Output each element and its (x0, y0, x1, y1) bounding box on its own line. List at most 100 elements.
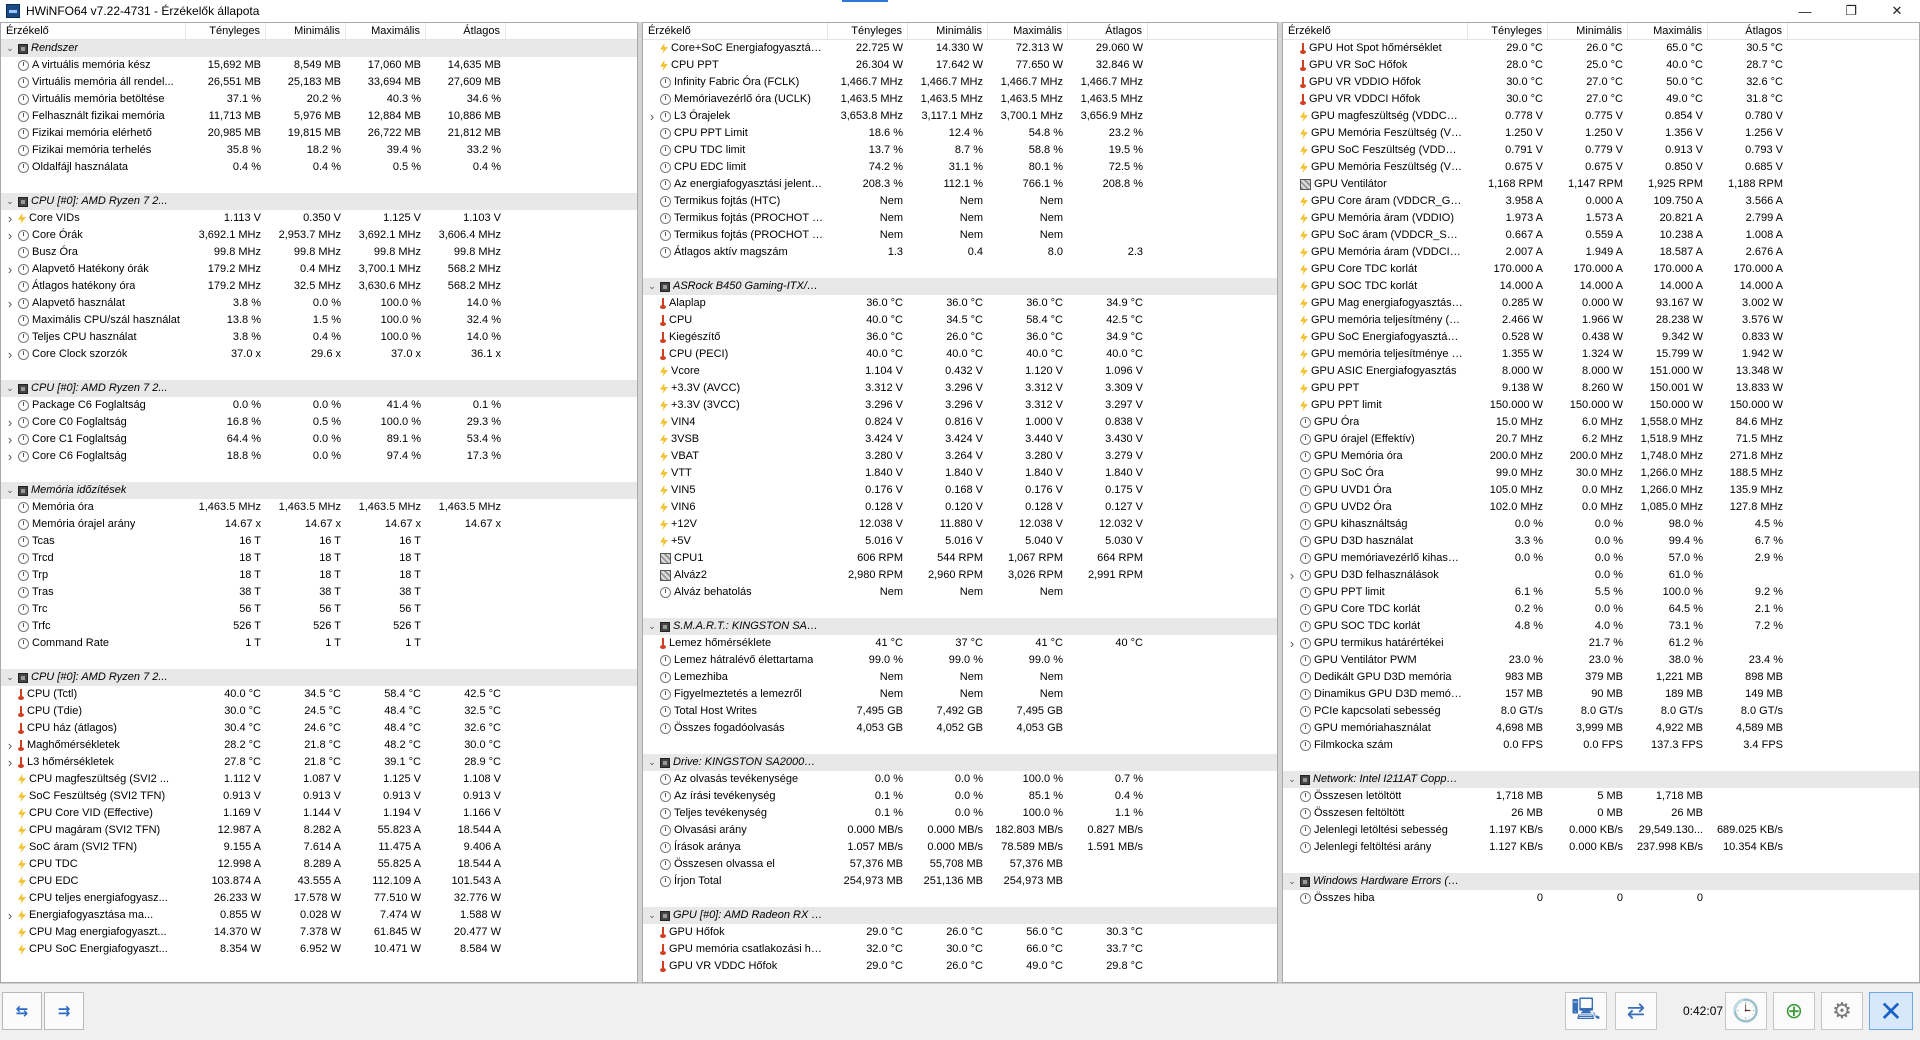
sensor-row-maximalis-cpu-szal-hasznalat[interactable]: Maximális CPU/szál használat 13.8 % 1.5 % 1… (1, 312, 637, 329)
close-sensors-button[interactable]: ✕ (1869, 992, 1913, 1030)
column-min[interactable]: Minimális (1548, 23, 1628, 39)
maximize-button[interactable]: ❐ (1828, 0, 1874, 22)
collapse-chevron-icon[interactable]: ⌄ (5, 380, 15, 397)
sensor-row-vin4[interactable]: VIN4 0.824 V 0.816 V 1.000 V 0.838 V (643, 414, 1277, 431)
collapse-chevron-icon[interactable]: ⌄ (647, 754, 657, 771)
column-avg[interactable]: Átlagos (426, 23, 506, 39)
sensor-row-cpu-magaram-svi2-tfn[interactable]: CPU magáram (SVI2 TFN) 12.987 A 8.282 A 55.… (1, 822, 637, 839)
sensor-row-gpu-termikus-hatarertekei[interactable]: › GPU termikus határértékei 21.7 % 61.2 % (1283, 635, 1919, 652)
sensor-row-5v[interactable]: +5V 5.016 V 5.016 V 5.040 V 5.030 V (643, 533, 1277, 550)
sensor-row-alvaz-behatolas[interactable]: Alváz behatolás Nem Nem Nem (643, 584, 1277, 601)
sensor-row-infinity-fabric-ora-fclk[interactable]: Infinity Fabric Óra (FCLK) 1,466.7 MHz 1,4… (643, 74, 1277, 91)
sensor-group-network-intel-i211at-copper-pearsonville[interactable]: ⌄ Network: Intel I211AT Copper (Pearsonvi… (1283, 771, 1919, 788)
sensor-group-s-m-a-r-t-kingston-sa2000m8500g-5002[interactable]: ⌄ S.M.A.R.T.: KINGSTON SA2000M8500G (5002… (643, 618, 1277, 635)
sensor-row-vin6[interactable]: VIN6 0.128 V 0.120 V 0.128 V 0.127 V (643, 499, 1277, 516)
expand-chevron-icon[interactable]: › (1287, 635, 1297, 652)
expand-chevron-icon[interactable]: › (5, 414, 15, 431)
sensor-row-core-c0-foglaltsag[interactable]: › Core C0 Foglaltság 16.8 % 0.5 % 100.0 % 29.… (1, 414, 637, 431)
sensor-row-gpu-memoria-feszultseg-vddci-mem[interactable]: GPU Memória Feszültség (VDDCI_MEM) 0.675 … (1283, 159, 1919, 176)
sensor-row-gpu-ppt[interactable]: GPU PPT 9.138 W 8.260 W 150.001 W 13.833 W (1283, 380, 1919, 397)
sensor-row-gpu-soc-feszultseg-vddcr-soc[interactable]: GPU SoC Feszültség (VDDCR_SOC) 0.791 V 0.7… (1283, 142, 1919, 159)
sensor-row-lemezhiba[interactable]: Lemezhiba Nem Nem Nem (643, 669, 1277, 686)
sensor-row-az-olvasas-tevekenysege[interactable]: Az olvasás tevékenysége 0.0 % 0.0 % 100.0 %… (643, 771, 1277, 788)
sensor-row-gpu-magfeszultseg-vddcr-gfx[interactable]: GPU magfeszültség (VDDCR_GFX) 0.778 V 0.77… (1283, 108, 1919, 125)
sensor-row-jelenlegi-letoltesi-sebesseg[interactable]: Jelenlegi letöltési sebesség 1.197 KB/s 0.… (1283, 822, 1919, 839)
sensor-row-cpu-edc[interactable]: CPU EDC 103.874 A 43.555 A 112.109 A 101.543… (1, 873, 637, 890)
sensor-row-gpu-core-tdc-korlat[interactable]: GPU Core TDC korlát 0.2 % 0.0 % 64.5 % 2.1 % (1283, 601, 1919, 618)
sensor-row-teljes-cpu-hasznalat[interactable]: Teljes CPU használat 3.8 % 0.4 % 100.0 % 14.… (1, 329, 637, 346)
sensor-row-alapveto-hatekony-orak[interactable]: › Alapvető Hatékony órák 179.2 MHz 0.4 MHz 3… (1, 261, 637, 278)
sensor-row-core-vids[interactable]: › Core VIDs 1.113 V 0.350 V 1.125 V 1.103 V (1, 210, 637, 227)
sensor-row-virtualis-memoria-all-rendel[interactable]: Virtuális memória áll rendel... 26,551 MB… (1, 74, 637, 91)
sensor-row-cpu-teljes-energiafogyasz[interactable]: CPU teljes energiafogyasz... 26.233 W 17.5… (1, 890, 637, 907)
sensor-row-alaplap[interactable]: Alaplap 36.0 °C 36.0 °C 36.0 °C 34.9 °C (643, 295, 1277, 312)
sensor-row-osszesen-olvassa-el[interactable]: Összesen olvassa el 57,376 MB 55,708 MB 57,… (643, 856, 1277, 873)
sensor-row-cpu-mag-energiafogyaszt[interactable]: CPU Mag energiafogyaszt... 14.370 W 7.378 … (1, 924, 637, 941)
sensor-row-virtualis-memoria-betoltese[interactable]: Virtuális memória betöltése 37.1 % 20.2 % 4… (1, 91, 637, 108)
sensor-row-osszes-hiba[interactable]: Összes hiba 0 0 0 (1283, 890, 1919, 907)
nav-left-button[interactable]: ⇆ (2, 992, 42, 1030)
sensor-row-cpu-tdc-limit[interactable]: CPU TDC limit 13.7 % 8.7 % 58.8 % 19.5 % (643, 142, 1277, 159)
sensor-row-gpu-soc-energiafogyasztas-vddcr-soc[interactable]: GPU SoC Energiafogyasztás (VDDCR_SOC) 0.5… (1283, 329, 1919, 346)
column-min[interactable]: Minimális (266, 23, 346, 39)
sensor-row-alvaz2[interactable]: Alváz2 2,980 RPM 2,960 RPM 3,026 RPM 2,991 R… (643, 567, 1277, 584)
sensor-panel-2[interactable]: Érzékelő Tényleges Minimális Maximális Á… (642, 22, 1278, 983)
sensor-row-az-energiafogyasztasi-jelentes-elteresei[interactable]: Az energiafogyasztási jelentés eltérései… (643, 176, 1277, 193)
column-current[interactable]: Tényleges (1468, 23, 1548, 39)
sensor-row-oldalfajl-hasznalata[interactable]: Oldalfájl használata 0.4 % 0.4 % 0.5 % 0.4 % (1, 159, 637, 176)
expand-chevron-icon[interactable]: › (5, 737, 15, 754)
sensor-row-gpu-soc-tdc-korlat[interactable]: GPU SOC TDC korlát 4.8 % 4.0 % 73.1 % 7.2 % (1283, 618, 1919, 635)
expand-chevron-icon[interactable]: › (1287, 567, 1297, 584)
sensor-row-core-clock-szorzok[interactable]: › Core Clock szorzók 37.0 x 29.6 x 37.0 x 36.… (1, 346, 637, 363)
sensor-row-core-c6-foglaltsag[interactable]: › Core C6 Foglaltság 18.8 % 0.0 % 97.4 % 17.3… (1, 448, 637, 465)
sensor-row-total-host-writes[interactable]: Total Host Writes 7,495 GB 7,492 GB 7,495 G… (643, 703, 1277, 720)
sensor-panel-1[interactable]: Érzékelő Tényleges Minimális Maximális Á… (0, 22, 638, 983)
column-sensor[interactable]: Érzékelő (1283, 23, 1468, 39)
sensor-group-cpu-0-amd-ryzen-7-2[interactable]: ⌄ CPU [#0]: AMD Ryzen 7 2... (1, 669, 637, 686)
sensor-row-olvasasi-arany[interactable]: Olvasási arány 0.000 MB/s 0.000 MB/s 182.80… (643, 822, 1277, 839)
sensor-row-soc-aram-svi2-tfn[interactable]: SoC áram (SVI2 TFN) 9.155 A 7.614 A 11.475 … (1, 839, 637, 856)
expand-chevron-icon[interactable]: › (647, 108, 657, 125)
sensor-row-termikus-fojtas-htc[interactable]: Termikus fojtás (HTC) Nem Nem Nem (643, 193, 1277, 210)
sensor-row-gpu-memoria-aram-vddio[interactable]: GPU Memória áram (VDDIO) 1.973 A 1.573 A 20… (1283, 210, 1919, 227)
sensor-group-gpu-0-amd-radeon-rx-5700[interactable]: ⌄ GPU [#0]: AMD Radeon RX 5700: (643, 907, 1277, 924)
add-report-button[interactable]: ⊕ (1773, 992, 1815, 1030)
sensor-row-gpu-asic-energiafogyasztas[interactable]: GPU ASIC Energiafogyasztás 8.000 W 8.000 W… (1283, 363, 1919, 380)
collapse-chevron-icon[interactable]: ⌄ (5, 669, 15, 686)
sensor-row-lemez-hatralevo-elettartama[interactable]: Lemez hátralévő élettartama 99.0 % 99.0 % 9… (643, 652, 1277, 669)
sensor-row-atlagos-aktiv-magszam[interactable]: Átlagos aktív magszám 1.3 0.4 8.0 2.3 (643, 244, 1277, 261)
expand-chevron-icon[interactable]: › (5, 295, 15, 312)
sensor-row-tcas[interactable]: Tcas 16 T 16 T 16 T (1, 533, 637, 550)
sensor-row-osszes-fogadoolvasas[interactable]: Összes fogadóolvasás 4,053 GB 4,052 GB 4,05… (643, 720, 1277, 737)
sensor-row-vbat[interactable]: VBAT 3.280 V 3.264 V 3.280 V 3.279 V (643, 448, 1277, 465)
column-sensor[interactable]: Érzékelő (643, 23, 828, 39)
connect-button[interactable]: ⇄ (1615, 992, 1657, 1030)
sensor-row-3-3v-3vcc[interactable]: +3.3V (3VCC) 3.296 V 3.296 V 3.312 V 3.297 V (643, 397, 1277, 414)
collapse-chevron-icon[interactable]: ⌄ (647, 907, 657, 924)
column-sensor[interactable]: Érzékelő (1, 23, 186, 39)
sensor-row-filmkocka-szam[interactable]: Filmkocka szám 0.0 FPS 0.0 FPS 137.3 FPS 3.4… (1283, 737, 1919, 754)
column-current[interactable]: Tényleges (828, 23, 908, 39)
sensor-row-gpu-core-aram-vddcr-gfx[interactable]: GPU Core áram (VDDCR_GFX) 3.958 A 0.000 A 1… (1283, 193, 1919, 210)
sensor-row-tras[interactable]: Tras 38 T 38 T 38 T (1, 584, 637, 601)
sensor-row-vcore[interactable]: Vcore 1.104 V 0.432 V 1.120 V 1.096 V (643, 363, 1277, 380)
sensor-row-gpu-soc-ora[interactable]: GPU SoC Óra 99.0 MHz 30.0 MHz 1,266.0 MHz 18… (1283, 465, 1919, 482)
settings-button[interactable]: ⚙ (1821, 992, 1863, 1030)
column-current[interactable]: Tényleges (186, 23, 266, 39)
sensor-row-command-rate[interactable]: Command Rate 1 T 1 T 1 T (1, 635, 637, 652)
expand-chevron-icon[interactable]: › (5, 907, 15, 924)
sensor-row-cpu-core-vid-effective[interactable]: CPU Core VID (Effective) 1.169 V 1.144 V 1.… (1, 805, 637, 822)
sensor-row-cpu-ppt[interactable]: CPU PPT 26.304 W 17.642 W 77.650 W 32.846 W (643, 57, 1277, 74)
sensor-row-cpu-tdc[interactable]: CPU TDC 12.998 A 8.289 A 55.825 A 18.544 A (1, 856, 637, 873)
sensor-row-fizikai-memoria-terheles[interactable]: Fizikai memória terhelés 35.8 % 18.2 % 39.4… (1, 142, 637, 159)
sensor-row-cpu-edc-limit[interactable]: CPU EDC limit 74.2 % 31.1 % 80.1 % 72.5 % (643, 159, 1277, 176)
expand-chevron-icon[interactable]: › (5, 346, 15, 363)
sensor-row-gpu-vr-vddc-hofok[interactable]: GPU VR VDDC Hőfok 29.0 °C 26.0 °C 49.0 °C 29… (643, 958, 1277, 975)
collapse-chevron-icon[interactable]: ⌄ (1287, 873, 1297, 890)
sensor-row-gpu-memoria-ora[interactable]: GPU Memória óra 200.0 MHz 200.0 MHz 1,748.0… (1283, 448, 1919, 465)
sensor-group-drive-kingston-sa2000m8500g-50026b768[interactable]: ⌄ Drive: KINGSTON SA2000M8500G (50026B768… (643, 754, 1277, 771)
sensor-row-gpu-ppt-limit[interactable]: GPU PPT limit 150.000 W 150.000 W 150.000 W… (1283, 397, 1919, 414)
sensor-row-gpu-vr-soc-hofok[interactable]: GPU VR SoC Hőfok 28.0 °C 25.0 °C 40.0 °C 28.… (1283, 57, 1919, 74)
sensor-row-irjon-total[interactable]: Írjon Total 254,973 MB 251,136 MB 254,973 M… (643, 873, 1277, 890)
sensor-row-vtt[interactable]: VTT 1.840 V 1.840 V 1.840 V 1.840 V (643, 465, 1277, 482)
